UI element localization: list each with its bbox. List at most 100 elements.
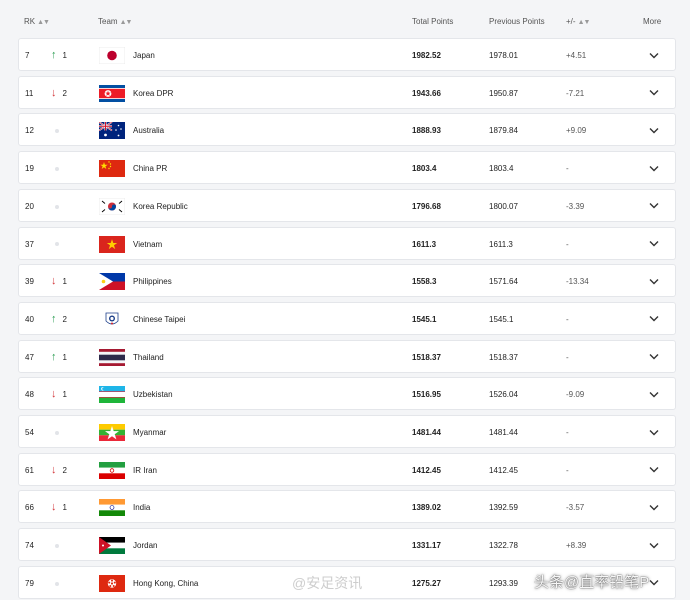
team-name[interactable]: IR Iran: [133, 454, 157, 487]
total-points: 1796.68: [412, 201, 441, 211]
chevron-down-icon[interactable]: [649, 190, 659, 223]
team-name[interactable]: Japan: [133, 39, 155, 72]
team-name[interactable]: China PR: [133, 152, 167, 185]
table-header: RK ▲▼ Team ▲▼ Total Points Previous Points…: [0, 0, 690, 40]
table-row[interactable]: 66 ↓ 1 India 1389.02 1392.59 -3.57: [18, 490, 676, 524]
rk-header-label: RK: [24, 17, 36, 26]
points-difference: -9.09: [566, 390, 585, 400]
rank: 74: [25, 541, 34, 551]
team-name[interactable]: Myanmar: [133, 416, 166, 449]
team-name[interactable]: Vietnam: [133, 228, 162, 261]
rank: 19: [25, 164, 34, 174]
total-points: 1412.45: [412, 465, 441, 475]
rank-movement: ↓ 2: [51, 77, 67, 110]
table-row[interactable]: 54 Myanmar 1481.44 1481.44 -: [18, 415, 676, 448]
sort-icon[interactable]: ▲▼: [578, 19, 591, 26]
chevron-down-icon[interactable]: [649, 341, 659, 374]
chevron-down-icon[interactable]: [649, 265, 659, 298]
table-row[interactable]: 47 ↑ 1 Thailand 1518.37 1518.37-: [18, 339, 676, 374]
chevron-down-icon[interactable]: [649, 454, 659, 487]
total-points: 1545.1: [412, 314, 437, 324]
rank-movement: ↓ 1: [51, 265, 67, 298]
table-row[interactable]: 48 ↓ 1 Uzbekistan 1516.95 1526.04 -9.09: [18, 377, 676, 411]
table-row[interactable]: 11 ↓ 2 Korea DPR 1943.66 1950.87 -7.21: [18, 75, 676, 110]
previous-points: 1518.37: [489, 352, 518, 362]
chevron-down-icon[interactable]: [649, 77, 659, 110]
sort-icon[interactable]: ▲▼: [120, 19, 133, 26]
philippines-flag-icon: [99, 273, 125, 291]
chevron-down-icon[interactable]: [649, 303, 659, 336]
table-row[interactable]: 7 ↑ 1 Japan 1982.52 1978.01 +4.51: [18, 38, 676, 71]
rk-column-header[interactable]: RK ▲▼: [24, 17, 50, 26]
jordan-flag-icon: [99, 537, 125, 555]
points-difference: -13.34: [566, 277, 589, 287]
chevron-down-icon[interactable]: [649, 152, 659, 185]
total-points: 1518.37: [412, 352, 441, 362]
table-row[interactable]: 20 Korea Republic 1796.68 1800.07 -3.39: [18, 188, 676, 223]
rank-movement: [51, 114, 59, 147]
arrow-down-icon: ↓: [51, 501, 57, 514]
rank-movement: [51, 416, 59, 449]
chevron-down-icon[interactable]: [649, 529, 659, 562]
points-difference: -3.39: [566, 201, 585, 211]
chevron-down-icon[interactable]: [649, 491, 659, 524]
team-name[interactable]: Korea Republic: [133, 190, 188, 223]
table-row[interactable]: 37 Vietnam 1611.3 1611.3 -: [18, 226, 676, 261]
table-row[interactable]: 12 Australia 1888.93 1879.84 +9.09: [18, 113, 676, 147]
team-name[interactable]: Korea DPR: [133, 77, 173, 110]
table-row[interactable]: 61 ↓ 2 IR Iran 1412.45 1412.45-: [18, 452, 676, 487]
team-name[interactable]: Philippines: [133, 265, 172, 298]
table-row[interactable]: 19 China PR 1803.4 1803.4 -: [18, 151, 676, 185]
rank: 7: [25, 51, 30, 60]
sort-icon[interactable]: ▲▼: [37, 19, 50, 26]
team-name[interactable]: Jordan: [133, 529, 157, 562]
chevron-down-icon[interactable]: [649, 114, 659, 147]
previous-points: 1412.45: [489, 465, 518, 475]
rank: 11: [25, 88, 34, 98]
rank-change: 2: [62, 314, 67, 324]
rank-change: 1: [62, 503, 67, 513]
table-row[interactable]: 74 Jordan 1331.17 1322.78 +8.39: [18, 528, 676, 562]
chevron-down-icon[interactable]: [649, 228, 659, 261]
diff-column-header[interactable]: +/- ▲▼: [566, 17, 591, 26]
rank-movement: ↑ 1: [51, 341, 67, 374]
chevron-down-icon[interactable]: [649, 567, 659, 600]
watermark-left: @安足资讯: [292, 575, 363, 591]
team-name[interactable]: Chinese Taipei: [133, 303, 185, 336]
vietnam-flag-icon: [99, 235, 125, 253]
total-points: 1888.93: [412, 126, 441, 136]
rank-movement: ↓ 1: [51, 378, 67, 411]
previous-points: 1481.44: [489, 428, 518, 437]
chevron-down-icon[interactable]: [649, 39, 659, 72]
rank-movement: ↑ 2: [51, 303, 67, 336]
arrow-up-icon: ↑: [51, 49, 57, 61]
table-row[interactable]: 39 ↓ 1 Philippines 1558.3 1571.64 -13.34: [18, 264, 676, 298]
hong-kong-flag-icon: [99, 574, 125, 592]
rank-movement: [51, 152, 59, 185]
total-points: 1611.3: [412, 239, 437, 249]
team-name[interactable]: Uzbekistan: [133, 378, 173, 411]
total-points: 1481.44: [412, 428, 441, 437]
thailand-flag-icon: [99, 348, 125, 366]
rank: 40: [25, 314, 34, 324]
team-name[interactable]: Hong Kong, China: [133, 567, 198, 600]
chinese-taipei-flag-icon: [99, 310, 125, 328]
no-change-dot-icon: [55, 129, 59, 134]
chevron-down-icon[interactable]: [649, 378, 659, 411]
rank-change: 2: [62, 465, 67, 475]
team-column-header[interactable]: Team ▲▼: [98, 17, 133, 26]
total-points: 1331.17: [412, 541, 441, 551]
team-name[interactable]: Australia: [133, 114, 164, 147]
rank-movement: [51, 190, 59, 223]
rank-movement: ↓ 2: [51, 454, 67, 487]
rank: 48: [25, 390, 34, 400]
previous-points-column-header: Previous Points: [489, 17, 545, 26]
rank-movement: ↓ 1: [51, 491, 67, 524]
rank: 61: [25, 465, 34, 475]
previous-points: 1293.39: [489, 578, 518, 588]
chevron-down-icon[interactable]: [649, 416, 659, 449]
team-name[interactable]: India: [133, 491, 150, 524]
table-row[interactable]: 40 ↑ 2 Chinese Taipei 1545.1 1545.1-: [18, 301, 676, 336]
rank-movement: [51, 529, 59, 562]
team-name[interactable]: Thailand: [133, 341, 164, 374]
